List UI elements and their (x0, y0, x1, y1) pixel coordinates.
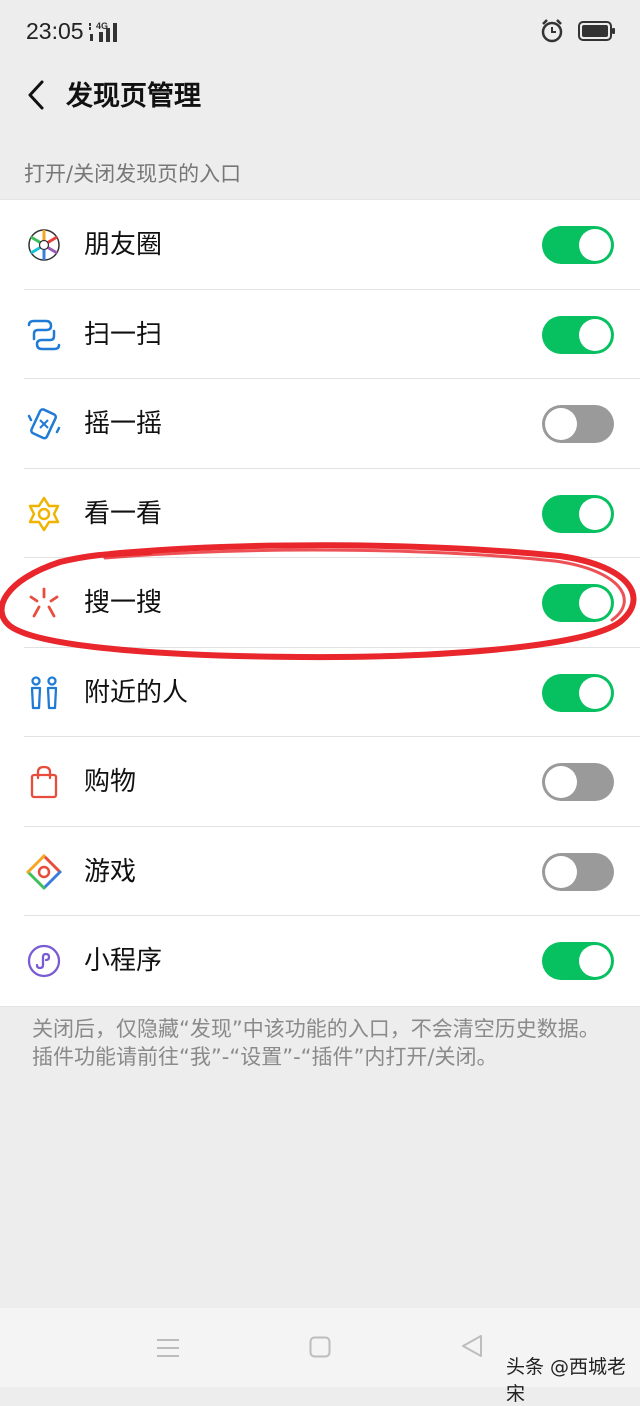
toggle-switch[interactable] (542, 763, 614, 801)
toggle-switch[interactable] (542, 673, 614, 712)
shopping-bag-icon (30, 765, 58, 799)
toggle-switch[interactable] (542, 852, 614, 891)
games-icon (26, 854, 62, 889)
back-triangle-icon[interactable] (460, 1334, 484, 1358)
toggle-knob (579, 229, 611, 261)
people-nearby-icon (30, 675, 58, 709)
list-item-games[interactable]: 游戏 (0, 827, 640, 916)
moments-icon (28, 229, 60, 261)
list-item-shopping[interactable]: 购物 (0, 737, 640, 827)
search-icon (29, 587, 59, 618)
item-label: 摇一摇 (84, 409, 163, 439)
toggle-knob (545, 408, 577, 440)
item-label: 搜一搜 (84, 588, 163, 618)
battery-icon (578, 21, 615, 41)
item-label: 附近的人 (84, 677, 189, 708)
toggle-knob (579, 587, 611, 619)
page-title: 发现页管理 (66, 81, 201, 112)
toggle-knob (579, 945, 611, 977)
alarm-icon (541, 19, 563, 43)
top-stories-icon (28, 496, 60, 531)
settings-list: 朋友圈 扫一扫 摇一摇 看一看 搜一搜 附近的人 购物 游戏 小程序 (0, 199, 640, 1007)
list-item-shake[interactable]: 摇一摇 (0, 379, 640, 469)
list-item-search[interactable]: 搜一搜 (0, 558, 640, 648)
back-button[interactable] (18, 72, 54, 118)
list-item-top-stories[interactable]: 看一看 (0, 469, 640, 558)
toggle-switch[interactable] (542, 315, 614, 354)
toggle-switch[interactable] (542, 226, 614, 264)
scan-icon (27, 319, 61, 350)
chevron-left-icon (28, 80, 44, 110)
list-item-people-nearby[interactable]: 附近的人 (0, 648, 640, 737)
toggle-knob (579, 497, 611, 530)
list-item-scan[interactable]: 扫一扫 (0, 290, 640, 379)
mini-program-icon (27, 944, 61, 978)
shake-icon (27, 408, 61, 440)
toggle-switch[interactable] (542, 494, 614, 533)
item-label: 小程序 (84, 946, 163, 976)
section-header: 打开/关闭发现页的入口 (24, 162, 242, 186)
toggle-knob (579, 676, 611, 709)
toggle-switch[interactable] (542, 942, 614, 980)
list-item-moments[interactable]: 朋友圈 (0, 200, 640, 290)
item-label: 扫一扫 (84, 319, 163, 350)
status-time: 23:05 (26, 18, 84, 44)
list-item-mini-program[interactable]: 小程序 (0, 916, 640, 1006)
toggle-knob (545, 855, 577, 888)
toggle-knob (545, 766, 577, 798)
item-label: 看一看 (84, 498, 163, 529)
toggle-knob (579, 318, 611, 351)
toggle-switch[interactable] (542, 405, 614, 443)
toggle-switch[interactable] (542, 584, 614, 622)
menu-icon[interactable] (156, 1338, 180, 1358)
footnote-text: 关闭后，仅隐藏“发现”中该功能的入口，不会清空历史数据。插件功能请前往“我”-“… (32, 1017, 600, 1069)
home-square-icon[interactable] (309, 1336, 331, 1358)
system-nav-bar: 头条 @西城老宋 (0, 1308, 640, 1405)
status-bar: 23:05 4G (0, 0, 640, 64)
nav-bar: 发现页管理 (0, 64, 640, 126)
watermark: 头条 @西城老宋 (506, 1356, 627, 1405)
signal-icon: 4G (89, 21, 117, 42)
item-label: 朋友圈 (84, 230, 163, 260)
item-label: 购物 (84, 767, 137, 797)
item-label: 游戏 (84, 856, 137, 887)
